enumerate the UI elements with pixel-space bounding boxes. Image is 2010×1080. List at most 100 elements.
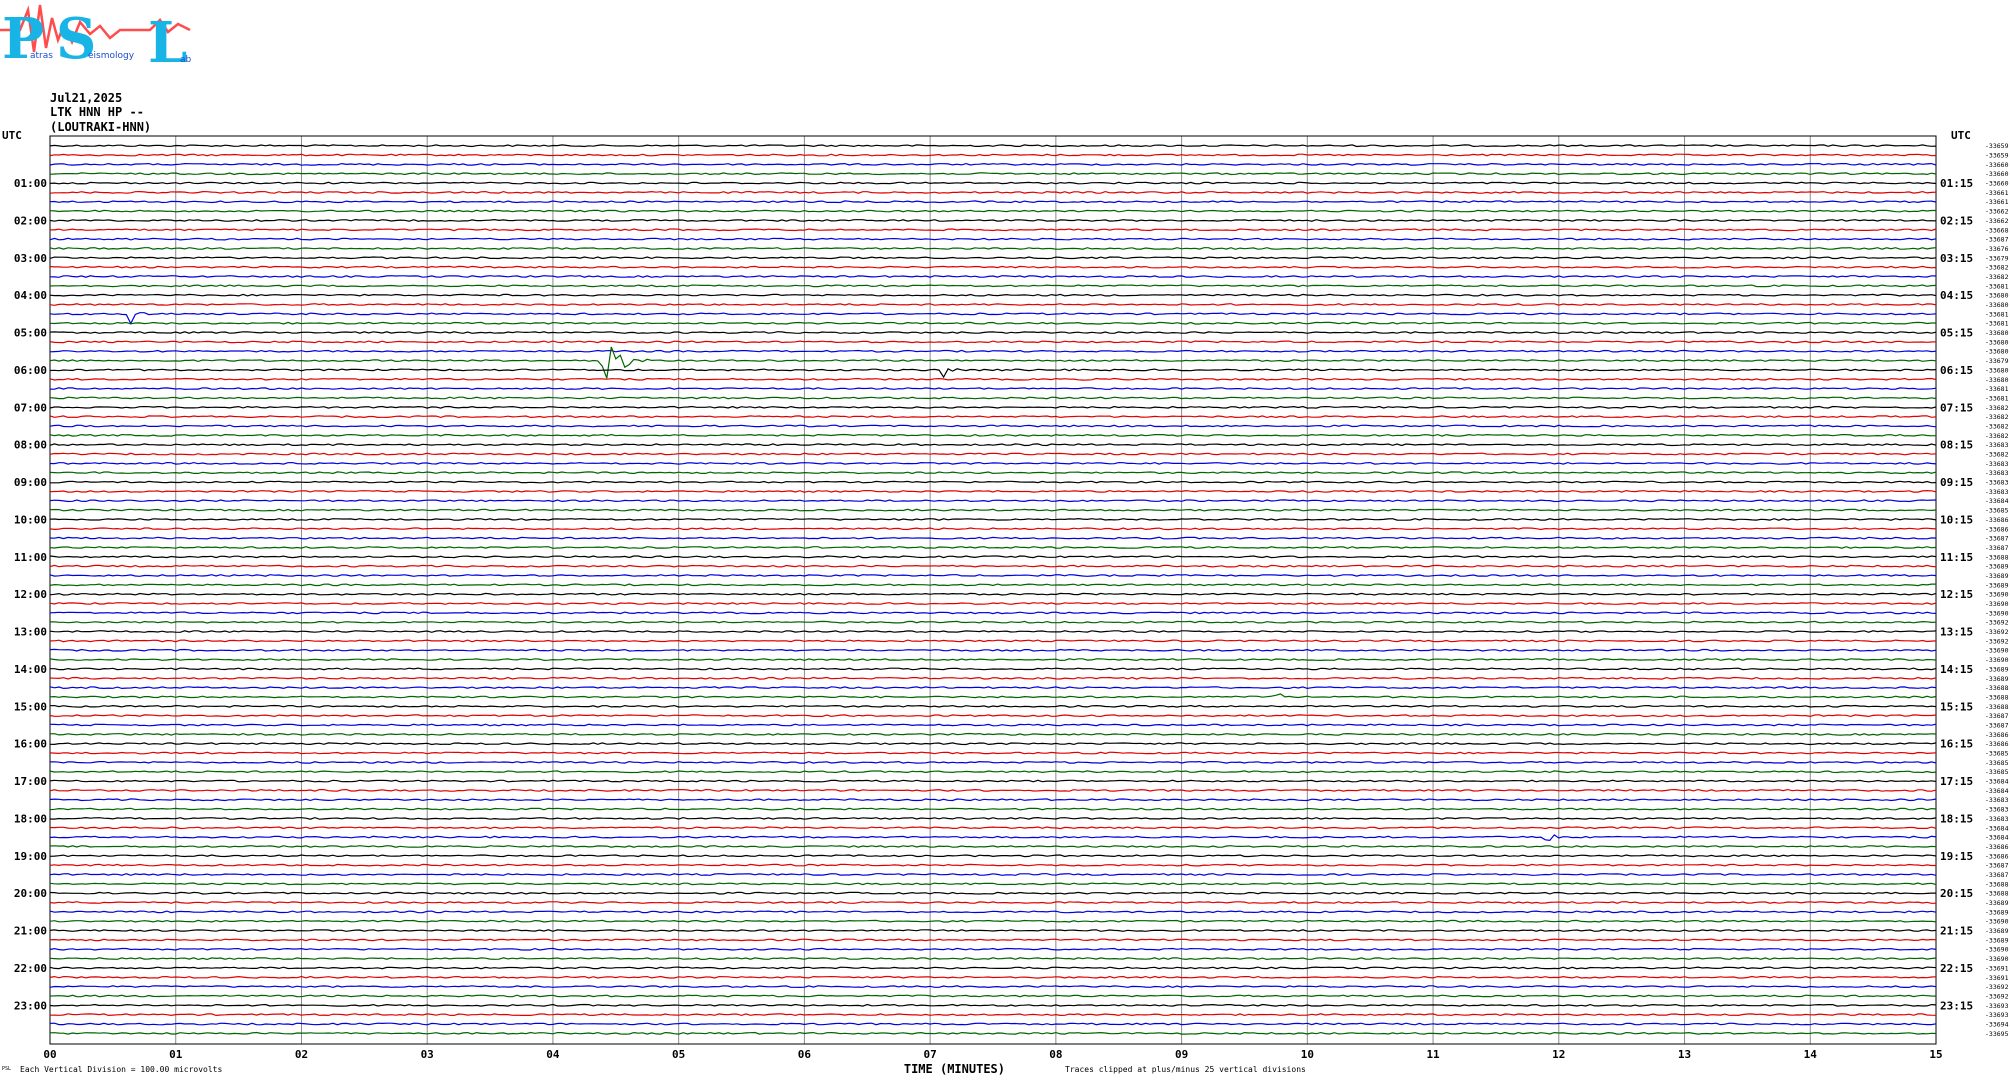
trace-value-label: -33689 bbox=[1985, 572, 2009, 580]
trace-5 bbox=[49, 190, 1937, 194]
trace-62 bbox=[49, 723, 1937, 727]
trace-value-label: -33687 bbox=[1985, 712, 2009, 720]
trace-21 bbox=[49, 340, 1937, 344]
trace-value-label: -33689 bbox=[1985, 936, 2009, 944]
trace-value-label: -33684 bbox=[1985, 497, 2009, 505]
trace-value-label: -33692 bbox=[1985, 983, 2009, 991]
trace-24 bbox=[49, 367, 1937, 379]
trace-value-label: -33689 bbox=[1985, 665, 2009, 673]
trace-72 bbox=[49, 816, 1937, 820]
left-hour-label: 21:00 bbox=[14, 925, 47, 938]
trace-value-label: -33686 bbox=[1985, 740, 2009, 748]
trace-75 bbox=[49, 845, 1937, 848]
minute-grid bbox=[49, 135, 1937, 1045]
x-tick-label: 02 bbox=[295, 1048, 308, 1061]
trace-value-label: -33690 bbox=[1985, 918, 2009, 926]
trace-value-label: -33668 bbox=[1985, 226, 2009, 234]
right-hour-label: 22:15 bbox=[1940, 962, 1973, 975]
trace-value-label: -33686 bbox=[1985, 731, 2009, 739]
trace-value-label: -33683 bbox=[1985, 796, 2009, 804]
left-hour-label: 19:00 bbox=[14, 850, 47, 863]
trace-32 bbox=[49, 443, 1937, 447]
trace-19 bbox=[49, 321, 1936, 325]
trace-29 bbox=[49, 415, 1937, 419]
trace-value-label: -33680 bbox=[1985, 338, 2009, 346]
trace-value-label: -33693 bbox=[1985, 1011, 2009, 1019]
trace-57 bbox=[49, 676, 1937, 680]
right-hour-label: 03:15 bbox=[1940, 252, 1973, 265]
trace-14 bbox=[49, 275, 1937, 278]
trace-value-label: -33661 bbox=[1985, 189, 2009, 197]
trace-70 bbox=[49, 798, 1937, 802]
trace-value-label: -33662 bbox=[1985, 208, 2009, 216]
trace-value-label: -33694 bbox=[1985, 1020, 2009, 1028]
right-hour-label: 01:15 bbox=[1940, 177, 1973, 190]
trace-value-label: -33679 bbox=[1985, 254, 2009, 262]
left-hour-label: 05:00 bbox=[14, 327, 47, 340]
trace-value-label: -33686 bbox=[1985, 525, 2009, 533]
left-hour-label: 07:00 bbox=[14, 401, 47, 414]
trace-71 bbox=[49, 807, 1937, 811]
left-hour-label: 01:00 bbox=[14, 177, 47, 190]
trace-value-label: -33680 bbox=[1985, 366, 2009, 374]
trace-value-label: -33684 bbox=[1985, 834, 2009, 842]
trace-95 bbox=[49, 1031, 1937, 1035]
trace-61 bbox=[49, 714, 1937, 718]
right-axis-title: UTC bbox=[1951, 129, 1971, 142]
trace-77 bbox=[49, 863, 1936, 867]
trace-74 bbox=[49, 834, 1937, 842]
trace-25 bbox=[49, 377, 1937, 381]
trace-value-label: -33681 bbox=[1985, 320, 2009, 328]
trace-44 bbox=[49, 555, 1937, 559]
trace-value-label: -33682 bbox=[1985, 413, 2009, 421]
x-tick-label: 03 bbox=[421, 1048, 434, 1061]
x-tick-label: 11 bbox=[1426, 1048, 1440, 1061]
x-tick-label: 09 bbox=[1175, 1048, 1188, 1061]
left-hour-label: 08:00 bbox=[14, 439, 47, 452]
trace-58 bbox=[49, 686, 1937, 690]
trace-79 bbox=[49, 882, 1937, 886]
trace-value-label: -33660 bbox=[1985, 170, 2009, 178]
trace-13 bbox=[49, 265, 1937, 269]
trace-value-label: -33659 bbox=[1985, 152, 2009, 160]
trace-value-label: -33692 bbox=[1985, 628, 2009, 636]
trace-value-label: -33680 bbox=[1985, 329, 2009, 337]
trace-value-label: -33689 bbox=[1985, 675, 2009, 683]
trace-45 bbox=[49, 564, 1937, 568]
right-hour-label: 09:15 bbox=[1940, 476, 1973, 489]
x-tick-label: 05 bbox=[672, 1048, 685, 1061]
trace-value-label: -33680 bbox=[1985, 376, 2009, 384]
x-tick-label: 08 bbox=[1049, 1048, 1062, 1061]
trace-7 bbox=[49, 209, 1936, 213]
left-hour-label: 22:00 bbox=[14, 962, 47, 975]
trace-value-label: -33683 bbox=[1985, 806, 2009, 814]
trace-3 bbox=[49, 172, 1937, 176]
trace-54 bbox=[49, 648, 1937, 652]
trace-value-label: -33682 bbox=[1985, 422, 2009, 430]
trace-value-label: -33688 bbox=[1985, 693, 2009, 701]
trace-value-label: -33661 bbox=[1985, 198, 2009, 206]
trace-27 bbox=[49, 396, 1937, 400]
trace-value-label: -33676 bbox=[1985, 245, 2009, 253]
trace-value-label: -33680 bbox=[1985, 348, 2009, 356]
trace-67 bbox=[49, 770, 1937, 774]
trace-value-label: -33681 bbox=[1985, 282, 2009, 290]
trace-value-label: -33680 bbox=[1985, 301, 2009, 309]
left-hour-label: 09:00 bbox=[14, 476, 47, 489]
trace-12 bbox=[49, 256, 1937, 260]
x-tick-label: 06 bbox=[798, 1048, 812, 1061]
trace-94 bbox=[49, 1022, 1937, 1026]
trace-26 bbox=[49, 387, 1937, 391]
trace-86 bbox=[49, 947, 1937, 951]
trace-value-label: -33683 bbox=[1985, 441, 2009, 449]
trace-6 bbox=[49, 200, 1937, 204]
trace-89 bbox=[49, 975, 1937, 979]
trace-value-label: -33688 bbox=[1985, 553, 2009, 561]
x-tick-label: 00 bbox=[43, 1048, 56, 1061]
trace-value-label: -33685 bbox=[1985, 768, 2009, 776]
trace-37 bbox=[49, 489, 1937, 493]
trace-value-label: -33687 bbox=[1985, 721, 2009, 729]
trace-87 bbox=[49, 957, 1937, 961]
trace-value-label: -33689 bbox=[1985, 563, 2009, 571]
trace-value-label: -33689 bbox=[1985, 581, 2009, 589]
